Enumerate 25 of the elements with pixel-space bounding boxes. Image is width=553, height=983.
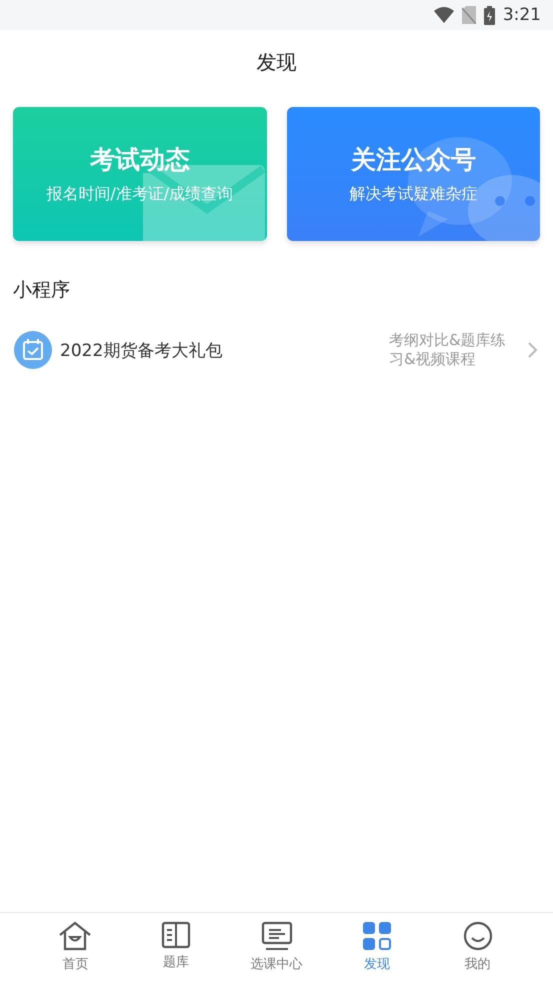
no-sim-icon — [462, 6, 476, 24]
smiley-icon — [462, 921, 493, 951]
card-title: 考试动态 — [90, 144, 190, 176]
mini-program-description: 考纲对比&题库练习&视频课程 — [389, 331, 507, 369]
wifi-icon — [434, 7, 454, 23]
book-icon — [160, 921, 191, 949]
chevron-right-icon[interactable] — [527, 341, 539, 359]
battery-icon — [484, 6, 495, 24]
feature-card[interactable]: 关注公众号 解决考试疑难杂症 — [286, 107, 540, 241]
mini-program-name[interactable]: 2022期货备考大礼包 — [60, 338, 381, 362]
grid-icon — [362, 921, 392, 951]
page-title: 发现 — [256, 48, 298, 76]
status-time: 3:21 — [502, 5, 541, 25]
calendar-icon — [14, 331, 52, 369]
tab[interactable]: 我的 — [427, 913, 528, 983]
section-title: 小程序 — [12, 278, 71, 303]
card-subtitle: 报名时间/准考证/成绩查询 — [46, 184, 234, 205]
card-subtitle: 解决考试疑难杂症 — [349, 184, 478, 205]
tab[interactable]: 首页 — [25, 913, 126, 983]
home-icon — [58, 921, 92, 951]
monitor-icon — [260, 921, 292, 951]
card-title: 关注公众号 — [350, 144, 476, 176]
tab[interactable]: 题库 — [126, 913, 226, 983]
tab[interactable]: 发现 — [326, 913, 428, 983]
tab[interactable]: 选课中心 — [226, 913, 327, 983]
